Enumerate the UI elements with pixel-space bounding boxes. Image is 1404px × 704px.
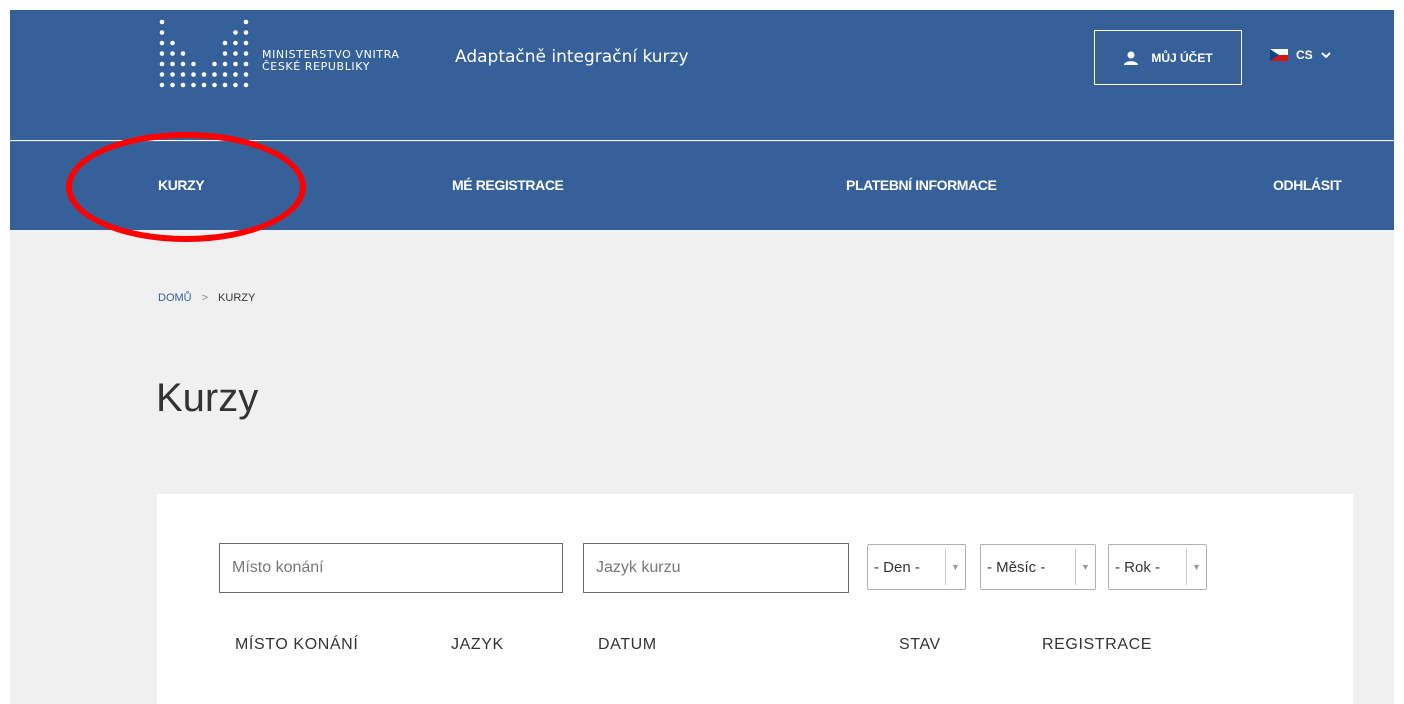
column-header-place[interactable]: MÍSTO KONÁNÍ bbox=[235, 636, 358, 654]
language-label: CS bbox=[1296, 48, 1313, 62]
day-select-value: - Den - bbox=[874, 558, 920, 576]
nav-item-my-registrations[interactable]: MÉ REGISTRACE bbox=[452, 177, 564, 193]
my-account-label: MŮJ ÚČET bbox=[1151, 50, 1213, 65]
place-filter-input[interactable]: Místo konání bbox=[219, 543, 563, 593]
language-selector[interactable]: CS bbox=[1270, 48, 1331, 62]
breadcrumb-separator: > bbox=[201, 292, 209, 304]
user-icon bbox=[1124, 51, 1139, 65]
column-header-status[interactable]: STAV bbox=[899, 636, 941, 654]
breadcrumb-home[interactable]: DOMŮ bbox=[158, 292, 192, 304]
page-title: Kurzy bbox=[156, 376, 259, 420]
year-select-value: - Rok - bbox=[1115, 558, 1160, 576]
month-select-value: - Měsíc - bbox=[987, 558, 1046, 576]
app-title: Adaptačně integrační kurzy bbox=[455, 47, 689, 67]
year-select[interactable]: - Rok - ▼ bbox=[1108, 544, 1207, 590]
day-select[interactable]: - Den - ▼ bbox=[867, 544, 966, 590]
column-header-language[interactable]: JAZYK bbox=[451, 636, 504, 654]
nav-item-payment-info[interactable]: PLATEBNÍ INFORMACE bbox=[846, 177, 997, 193]
czech-flag-icon bbox=[1270, 49, 1288, 61]
ministry-name: MINISTERSTVO VNITRA ČESKÉ REPUBLIKY bbox=[262, 49, 400, 73]
ministry-name-line2: ČESKÉ REPUBLIKY bbox=[262, 60, 371, 73]
chevron-down-icon bbox=[1320, 52, 1331, 59]
nav-item-logout[interactable]: ODHLÁSIT bbox=[1273, 177, 1342, 193]
highlight-circle-annotation bbox=[66, 132, 306, 242]
courses-panel bbox=[157, 494, 1353, 704]
my-account-button[interactable]: MŮJ ÚČET bbox=[1094, 30, 1242, 85]
month-select[interactable]: - Měsíc - ▼ bbox=[980, 544, 1096, 590]
dropdown-arrow-icon: ▼ bbox=[1186, 549, 1206, 585]
dropdown-arrow-icon: ▼ bbox=[945, 549, 965, 585]
breadcrumb: DOMŮ > KURZY bbox=[158, 292, 255, 304]
dropdown-arrow-icon: ▼ bbox=[1075, 549, 1095, 585]
column-header-registration[interactable]: REGISTRACE bbox=[1042, 636, 1152, 654]
breadcrumb-current: KURZY bbox=[218, 292, 256, 304]
language-filter-input[interactable]: Jazyk kurzu bbox=[583, 543, 849, 593]
column-header-date[interactable]: DATUM bbox=[598, 636, 657, 654]
ministry-logo[interactable] bbox=[158, 18, 252, 92]
